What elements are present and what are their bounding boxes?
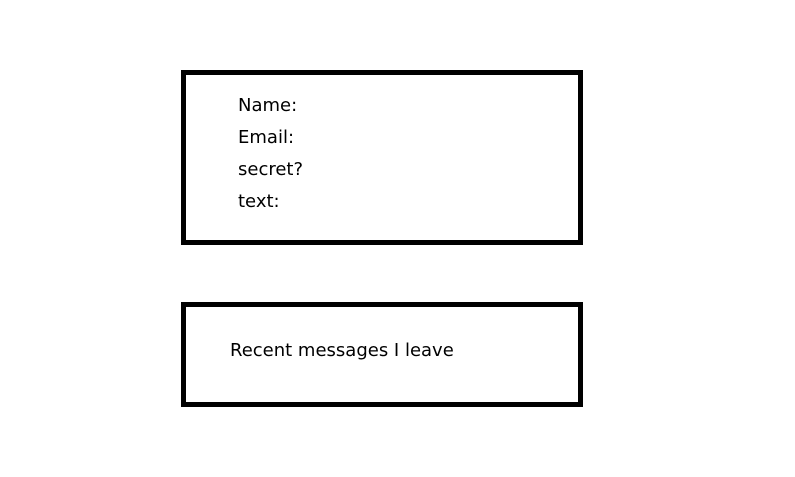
secret-field-label: secret? (238, 159, 304, 180)
name-field-label: Name: (238, 95, 298, 116)
message-form-box: Name: Email: secret? text: (181, 70, 583, 245)
recent-messages-box: Recent messages I leave (181, 302, 583, 407)
recent-messages-label: Recent messages I leave (230, 340, 454, 361)
email-field-label: Email: (238, 127, 295, 148)
text-field-label: text: (238, 191, 280, 212)
